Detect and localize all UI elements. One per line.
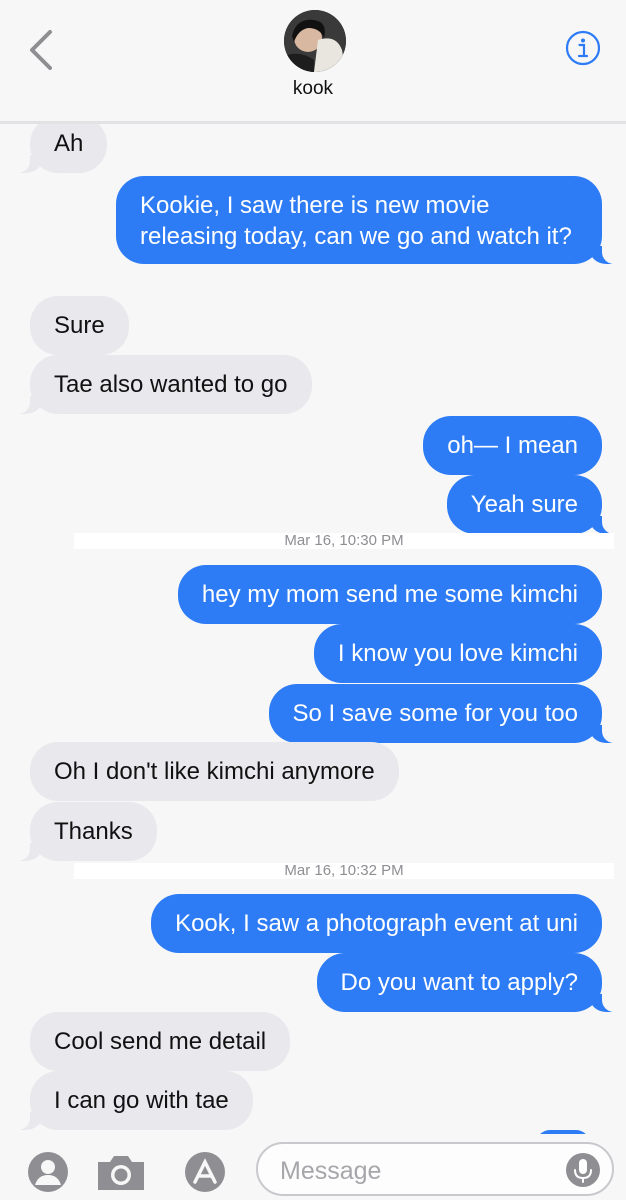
incoming-message-bubble[interactable]: Ah — [7, 124, 108, 173]
message-placeholder: Message — [280, 1157, 382, 1185]
microphone-icon[interactable] — [566, 1153, 600, 1187]
incoming-message-bubble[interactable]: I can go with tae — [8, 1071, 253, 1130]
message-input-bar: Message — [0, 1134, 626, 1200]
incoming-message-bubble[interactable]: Tae also wanted to go — [8, 355, 312, 414]
outgoing-message-bubble[interactable]: Kookie, I saw there is new movie releasi… — [116, 176, 624, 264]
message-thread[interactable]: Ah Kookie, I saw there is new movie rele… — [0, 124, 626, 1134]
info-icon[interactable] — [565, 30, 601, 66]
outgoing-message-bubble[interactable]: oh— I mean — [423, 416, 602, 475]
incoming-message-bubble[interactable]: Sure — [30, 296, 129, 355]
outgoing-message-bubble[interactable]: hey my mom send me some kimchi — [177, 565, 602, 624]
conversation-header: kook — [0, 0, 626, 124]
outgoing-message-bubble[interactable]: Yeah sure — [446, 475, 625, 534]
contact-name[interactable]: kook — [0, 78, 626, 100]
outgoing-message-bubble[interactable]: Do you want to apply? — [316, 953, 625, 1012]
contacts-icon[interactable] — [26, 1150, 70, 1194]
app-store-icon[interactable] — [178, 1150, 232, 1194]
back-chevron-icon[interactable] — [22, 28, 62, 72]
incoming-message-bubble[interactable]: Oh I don't like kimchi anymore — [30, 742, 399, 801]
timestamp: Mar 16, 10:30 PM — [74, 533, 614, 549]
outgoing-message-bubble[interactable]: I know you love kimchi — [313, 624, 602, 683]
incoming-message-bubble[interactable]: Cool send me detail — [30, 1012, 291, 1071]
outgoing-message-bubble[interactable]: So I save some for you too — [268, 684, 625, 743]
incoming-message-bubble[interactable]: Thanks — [8, 802, 157, 861]
outgoing-message-bubble[interactable]: Kook, I saw a photograph event at uni — [151, 894, 602, 953]
camera-icon[interactable] — [94, 1150, 148, 1194]
avatar[interactable] — [284, 10, 346, 72]
message-input[interactable]: Message — [256, 1142, 614, 1196]
timestamp: Mar 16, 10:32 PM — [74, 863, 614, 879]
